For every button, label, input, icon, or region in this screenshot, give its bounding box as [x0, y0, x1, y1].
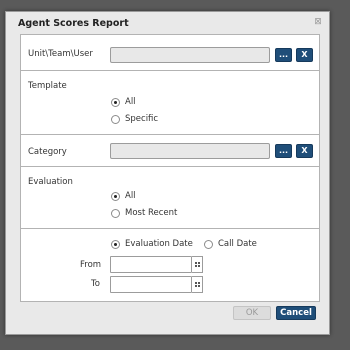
category-browse-button[interactable]: ...	[275, 144, 292, 158]
template-label: Template	[28, 81, 67, 91]
to-date-picker-button[interactable]	[192, 276, 203, 293]
from-label: From	[80, 260, 102, 270]
dialog-title: Agent Scores Report	[18, 18, 129, 29]
date-radio-evaluation-label: Evaluation Date	[125, 239, 193, 249]
date-radio-call[interactable]: Call Date	[204, 238, 257, 250]
calendar-icon	[194, 282, 200, 287]
evaluation-label: Evaluation	[28, 177, 73, 187]
category-label: Category	[28, 147, 67, 157]
evaluation-radio-all-label: All	[125, 191, 136, 201]
unit-field[interactable]	[110, 47, 270, 63]
dialog-titlebar: Agent Scores Report ⊠	[6, 12, 329, 34]
date-radio-call-label: Call Date	[218, 239, 257, 249]
evaluation-radio-most-recent[interactable]: Most Recent	[111, 207, 177, 219]
radio-button[interactable]	[111, 97, 120, 107]
to-label: To	[91, 279, 100, 289]
category-section: Category ... X	[21, 135, 319, 167]
evaluation-radio-most-recent-label: Most Recent	[125, 208, 178, 218]
template-radio-specific[interactable]: Specific	[111, 113, 158, 125]
unit-label: Unit\Team\User	[28, 49, 93, 59]
unit-browse-button[interactable]: ...	[275, 48, 292, 62]
date-radio-evaluation[interactable]: Evaluation Date	[111, 238, 193, 250]
radio-button[interactable]	[111, 208, 120, 218]
radio-button[interactable]	[111, 239, 120, 249]
template-radio-all-label: All	[125, 97, 136, 107]
from-date-picker-button[interactable]	[192, 256, 203, 273]
calendar-icon	[194, 262, 200, 267]
from-date-input[interactable]	[110, 256, 192, 273]
form-panel: Unit\Team\User ... X Template All Specif…	[20, 34, 320, 302]
evaluation-section: Evaluation All Most Recent	[21, 167, 319, 229]
cancel-button[interactable]: Cancel	[276, 306, 316, 320]
radio-button[interactable]	[111, 114, 120, 124]
radio-button[interactable]	[204, 239, 213, 249]
evaluation-radio-all[interactable]: All	[111, 190, 136, 202]
date-section: Evaluation Date Call Date From To	[21, 229, 319, 301]
category-field[interactable]	[110, 143, 270, 159]
to-date-input[interactable]	[110, 276, 192, 293]
ok-button[interactable]: OK	[233, 306, 271, 320]
close-icon[interactable]: ⊠	[314, 18, 322, 27]
category-clear-button[interactable]: X	[296, 144, 313, 158]
radio-button[interactable]	[111, 191, 120, 201]
agent-scores-dialog: Agent Scores Report ⊠ Unit\Team\User ...…	[5, 11, 330, 335]
template-radio-all[interactable]: All	[111, 96, 136, 108]
unit-section: Unit\Team\User ... X	[21, 35, 319, 71]
template-section: Template All Specific	[21, 71, 319, 135]
template-radio-specific-label: Specific	[125, 114, 159, 124]
unit-clear-button[interactable]: X	[296, 48, 313, 62]
